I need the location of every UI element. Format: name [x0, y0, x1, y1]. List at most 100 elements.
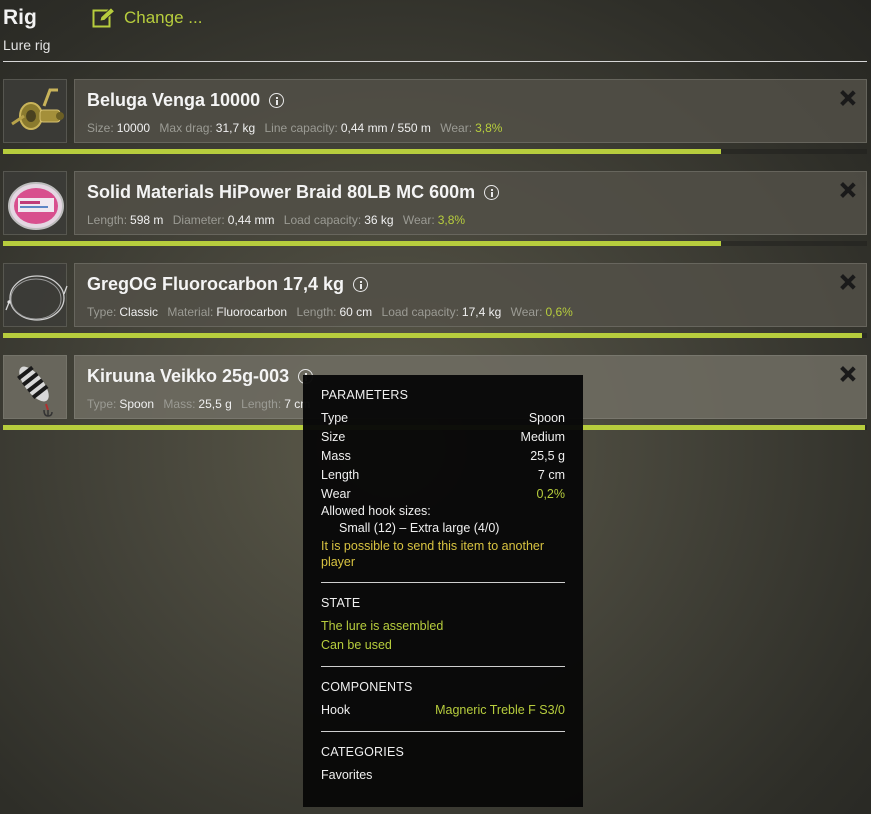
stat-label: Wear: [440, 121, 473, 135]
stat-value: 31,7 kg [215, 121, 256, 135]
stat-value: 10000 [116, 121, 151, 135]
header-divider [3, 61, 867, 62]
tradeable-note: It is possible to send this item to anot… [321, 539, 545, 569]
hook-sizes-value: Small (12) – Extra large (4/0) [339, 520, 500, 535]
stat-label: Line capacity: [264, 121, 338, 135]
info-icon[interactable] [353, 277, 369, 292]
stat-label: Type: [87, 305, 117, 319]
wear-value: 0,6% [545, 305, 573, 319]
wear-value: 0,2% [536, 486, 566, 501]
stat-value: 36 kg [364, 213, 394, 227]
item-name: GregOG Fluorocarbon 17,4 kg [87, 274, 369, 295]
stat-value: 0,44 mm [227, 213, 275, 227]
condition-bar [3, 333, 867, 338]
item-panel: Beluga Venga 10000 Size: 10000 Max drag: 3… [74, 79, 867, 143]
stat-label: Size: [87, 121, 114, 135]
stat-label: Length: [87, 213, 128, 227]
stat-value: 25,5 g [198, 397, 232, 411]
stat-label: Load capacity: [283, 213, 362, 227]
param-value: 7 cm [537, 467, 565, 482]
info-icon[interactable] [269, 93, 285, 108]
rig-slot-leader[interactable]: GregOG Fluorocarbon 17,4 kg Type: Classic… [3, 263, 867, 338]
line-spool-icon [8, 182, 64, 230]
change-rig-label: Change ... [124, 8, 203, 27]
item-tooltip: PARAMETERS Type Spoon Size Medium Mass 25,5… [303, 375, 583, 807]
stat-label: Mass: [163, 397, 196, 411]
item-thumbnail [3, 263, 68, 327]
leader-icon [5, 275, 68, 321]
item-name-text: Solid Materials HiPower Braid 80LB MC 60… [87, 182, 476, 202]
remove-item-button[interactable] [839, 273, 857, 291]
item-stats: Length: 598 m Diameter: 0,44 mm Load capac… [87, 213, 465, 227]
param-label: Size [321, 429, 346, 444]
item-stats: Type: Classic Material: Fluorocarbon Lengt… [87, 305, 573, 319]
condition-bar-fill [3, 333, 862, 338]
condition-bar [3, 149, 867, 154]
wear-value: 3,8% [475, 121, 503, 135]
item-name-text: Beluga Venga 10000 [87, 90, 261, 110]
category-item: Favorites [321, 767, 373, 782]
stat-label: Wear: [510, 305, 543, 319]
item-panel: GregOG Fluorocarbon 17,4 kg Type: Classic… [74, 263, 867, 327]
item-stats: Size: 10000 Max drag: 31,7 kg Line capacit… [87, 121, 502, 135]
rig-header: Rig Lure rig Change ... [0, 0, 871, 62]
categories-heading: CATEGORIES [321, 745, 405, 759]
param-label: Mass [321, 448, 351, 463]
param-row-wear: Wear 0,2% [321, 484, 565, 503]
edit-icon [92, 7, 116, 28]
change-rig-button[interactable]: Change ... [92, 7, 202, 29]
hook-sizes-label: Allowed hook sizes: [321, 504, 431, 518]
remove-item-button[interactable] [839, 89, 857, 107]
param-value: Medium [520, 429, 565, 444]
tooltip-divider [321, 666, 565, 667]
param-label: Length [321, 467, 360, 482]
state-line: Can be used [321, 637, 392, 652]
state-heading: STATE [321, 596, 361, 610]
remove-item-button[interactable] [839, 365, 857, 383]
stat-value: 17,4 kg [461, 305, 502, 319]
stat-value: Spoon [119, 397, 155, 411]
item-thumbnail [3, 171, 67, 235]
page-title: Rig [3, 6, 37, 29]
condition-bar-fill [3, 241, 721, 246]
tooltip-divider [321, 731, 565, 732]
stat-label: Max drag: [159, 121, 213, 135]
info-icon[interactable] [484, 185, 500, 200]
state-line: The lure is assembled [321, 618, 444, 633]
component-row-hook: Hook Magneric Treble F S3/0 [321, 700, 565, 719]
item-name-text: GregOG Fluorocarbon 17,4 kg [87, 274, 345, 294]
rig-slot-line[interactable]: Solid Materials HiPower Braid 80LB MC 60… [3, 171, 867, 246]
param-label: Type [321, 410, 349, 425]
param-value: Spoon [528, 410, 565, 425]
rig-type-subtitle: Lure rig [3, 37, 51, 53]
stat-value: Fluorocarbon [216, 305, 288, 319]
param-label: Wear [321, 486, 351, 501]
condition-bar-fill [3, 149, 721, 154]
reel-icon [11, 88, 64, 130]
stat-label: Length: [241, 397, 282, 411]
param-row-length: Length 7 cm [321, 465, 565, 484]
parameters-heading: PARAMETERS [321, 388, 409, 402]
item-stats: Type: Spoon Mass: 25,5 g Length: 7 cm [87, 397, 316, 411]
stat-value: Classic [119, 305, 159, 319]
param-row-type: Type Spoon [321, 408, 565, 427]
param-row-mass: Mass 25,5 g [321, 446, 565, 465]
stat-value: 0,44 mm / 550 m [340, 121, 431, 135]
tooltip-divider [321, 582, 565, 583]
param-row-size: Size Medium [321, 427, 565, 446]
stat-label: Type: [87, 397, 117, 411]
item-name: Kiruuna Veikko 25g-003 [87, 366, 314, 387]
stat-value: 60 cm [339, 305, 373, 319]
item-name: Solid Materials HiPower Braid 80LB MC 60… [87, 182, 500, 203]
stat-label: Load capacity: [381, 305, 459, 319]
rig-slot-reel[interactable]: Beluga Venga 10000 Size: 10000 Max drag: 3… [3, 79, 867, 154]
component-label: Hook [321, 702, 351, 717]
item-thumbnail [3, 79, 67, 143]
item-name-text: Kiruuna Veikko 25g-003 [87, 366, 290, 386]
spoon-lure-icon [17, 365, 53, 417]
stat-label: Diameter: [172, 213, 225, 227]
stat-label: Material: [167, 305, 214, 319]
param-value: 25,5 g [530, 448, 565, 463]
remove-item-button[interactable] [839, 181, 857, 199]
wear-value: 3,8% [437, 213, 466, 227]
